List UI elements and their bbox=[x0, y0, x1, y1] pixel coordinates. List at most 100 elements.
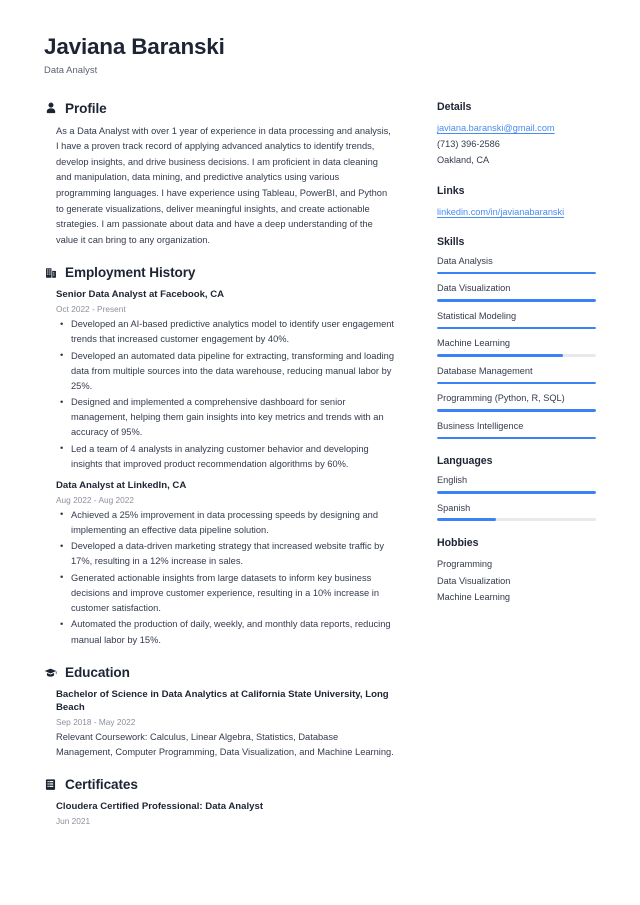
skill-level-fill bbox=[437, 354, 563, 357]
skill-label: Data Analysis bbox=[437, 256, 493, 267]
employment-entry-title: Data Analyst at LinkedIn, CA bbox=[56, 480, 187, 492]
skill-row: Database Management bbox=[437, 365, 596, 385]
section-profile-header: Profile bbox=[44, 101, 396, 116]
skill-level-fill bbox=[437, 381, 596, 385]
employment-entry-bullets: Developed an AI-based predictive analyti… bbox=[56, 317, 396, 472]
employment-entry: Data Analyst at LinkedIn, CA Aug 2022 - … bbox=[56, 479, 396, 648]
resume-columns: Profile As a Data Analyst with over 1 ye… bbox=[44, 101, 596, 844]
skill-level-track bbox=[437, 326, 596, 330]
language-row: Spanish bbox=[437, 502, 596, 521]
skill-row: Machine Learning bbox=[437, 337, 596, 357]
skill-row: Statistical Modeling bbox=[437, 310, 596, 330]
section-certificates-header: Certificates bbox=[44, 777, 396, 792]
section-employment: Employment History Senior Data Analyst a… bbox=[44, 265, 396, 647]
employment-entry-date: Aug 2022 - Aug 2022 bbox=[56, 494, 134, 505]
section-certificates-body: Cloudera Certified Professional: Data An… bbox=[44, 800, 396, 827]
employment-entry-title: Senior Data Analyst at Facebook, CA bbox=[56, 289, 225, 301]
briefcase-icon bbox=[44, 266, 57, 280]
sidebar-hobbies: Hobbies Programming Data Visualization M… bbox=[437, 537, 596, 606]
section-employment-title: Employment History bbox=[65, 265, 196, 281]
language-level-fill bbox=[437, 518, 496, 521]
section-profile: Profile As a Data Analyst with over 1 ye… bbox=[44, 101, 396, 249]
skill-level-track bbox=[437, 299, 596, 302]
linkedin-link[interactable]: linkedin.com/in/javianabaranski bbox=[437, 204, 596, 220]
hobby-item: Machine Learning bbox=[437, 592, 511, 603]
skill-level-fill bbox=[437, 326, 596, 330]
skill-level-fill bbox=[437, 299, 596, 302]
hobby-item: Data Visualization bbox=[437, 575, 511, 586]
skill-level-fill bbox=[437, 271, 596, 275]
section-profile-title: Profile bbox=[65, 100, 107, 116]
clipboard-icon bbox=[44, 777, 57, 791]
sidebar-links: Links linkedin.com/in/javianabaranski bbox=[437, 185, 596, 220]
bullet-item: Developed an automated data pipeline for… bbox=[56, 348, 396, 394]
sidebar-details-title: Details bbox=[437, 100, 472, 113]
skill-level-track bbox=[437, 381, 596, 385]
resume-page: Javiana Baranski Data Analyst Profile As… bbox=[0, 0, 640, 905]
section-profile-body: As a Data Analyst with over 1 year of ex… bbox=[44, 124, 396, 249]
section-education: Education Bachelor of Science in Data An… bbox=[44, 665, 396, 760]
employment-entry-bullets: Achieved a 25% improvement in data proce… bbox=[56, 507, 396, 648]
section-certificates: Certificates Cloudera Certified Professi… bbox=[44, 777, 396, 827]
section-employment-body: Senior Data Analyst at Facebook, CA Oct … bbox=[44, 288, 396, 647]
email-link[interactable]: javiana.baranski@gmail.com bbox=[437, 120, 596, 136]
skill-row: Data Analysis bbox=[437, 255, 596, 275]
section-education-title: Education bbox=[65, 664, 130, 680]
sidebar-details: Details javiana.baranski@gmail.com (713)… bbox=[437, 101, 596, 169]
sidebar-links-title: Links bbox=[437, 184, 465, 197]
education-entry-description: Relevant Coursework: Calculus, Linear Al… bbox=[56, 731, 394, 757]
bullet-item: Generated actionable insights from large… bbox=[56, 570, 396, 616]
section-education-body: Bachelor of Science in Data Analytics at… bbox=[44, 688, 396, 760]
skill-label: Database Management bbox=[437, 365, 533, 376]
user-icon bbox=[44, 101, 57, 115]
section-certificates-title: Certificates bbox=[65, 776, 138, 792]
certificate-entry-title: Cloudera Certified Professional: Data An… bbox=[56, 800, 264, 812]
skill-label: Machine Learning bbox=[437, 338, 511, 349]
resume-header: Javiana Baranski Data Analyst bbox=[44, 34, 596, 75]
section-education-header: Education bbox=[44, 665, 396, 680]
employment-entry: Senior Data Analyst at Facebook, CA Oct … bbox=[56, 288, 396, 472]
profile-summary-text: As a Data Analyst with over 1 year of ex… bbox=[56, 125, 391, 245]
bullet-item: Achieved a 25% improvement in data proce… bbox=[56, 507, 396, 538]
sidebar-languages-title: Languages bbox=[437, 455, 493, 468]
bullet-item: Developed an AI-based predictive analyti… bbox=[56, 317, 396, 347]
location-text: Oakland, CA bbox=[437, 155, 490, 166]
bullet-item: Designed and implemented a comprehensive… bbox=[56, 395, 396, 440]
skill-label: Statistical Modeling bbox=[437, 310, 517, 321]
sidebar-languages: Languages English Spanish bbox=[437, 455, 596, 521]
language-label: English bbox=[437, 475, 468, 486]
candidate-job-title: Data Analyst bbox=[44, 63, 98, 75]
sidebar-skills: Skills Data Analysis Data Visualization … bbox=[437, 236, 596, 440]
skill-level-fill bbox=[437, 436, 596, 440]
education-entry: Bachelor of Science in Data Analytics at… bbox=[56, 688, 396, 760]
skill-label: Data Visualization bbox=[437, 283, 511, 294]
employment-entry-date: Oct 2022 - Present bbox=[56, 304, 126, 315]
certificate-entry: Cloudera Certified Professional: Data An… bbox=[56, 800, 396, 827]
hobby-item: Programming bbox=[437, 558, 493, 569]
skill-label: Business Intelligence bbox=[437, 420, 524, 431]
skill-level-track bbox=[437, 409, 596, 412]
skill-row: Business Intelligence bbox=[437, 420, 596, 440]
bullet-item: Developed a data-driven marketing strate… bbox=[56, 539, 396, 569]
language-level-fill bbox=[437, 490, 596, 494]
skill-level-track bbox=[437, 354, 596, 357]
graduation-cap-icon bbox=[44, 665, 57, 679]
skill-level-track bbox=[437, 436, 596, 440]
section-employment-header: Employment History bbox=[44, 265, 396, 280]
bullet-item: Led a team of 4 analysts in analyzing cu… bbox=[56, 441, 396, 472]
main-column: Profile As a Data Analyst with over 1 ye… bbox=[44, 101, 396, 844]
sidebar-column: Details javiana.baranski@gmail.com (713)… bbox=[437, 101, 596, 623]
language-level-track bbox=[437, 490, 596, 494]
bullet-item: Automated the production of daily, weekl… bbox=[56, 617, 396, 647]
skill-level-track bbox=[437, 271, 596, 275]
skill-row: Data Visualization bbox=[437, 282, 596, 302]
candidate-name: Javiana Baranski bbox=[44, 34, 225, 59]
language-label: Spanish bbox=[437, 502, 471, 513]
certificate-entry-date: Jun 2021 bbox=[56, 815, 91, 826]
skill-label: Programming (Python, R, SQL) bbox=[437, 393, 565, 404]
education-entry-date: Sep 2018 - May 2022 bbox=[56, 716, 136, 727]
sidebar-skills-title: Skills bbox=[437, 236, 465, 249]
sidebar-hobbies-title: Hobbies bbox=[437, 536, 479, 549]
skill-level-fill bbox=[437, 409, 596, 412]
language-level-track bbox=[437, 518, 596, 521]
